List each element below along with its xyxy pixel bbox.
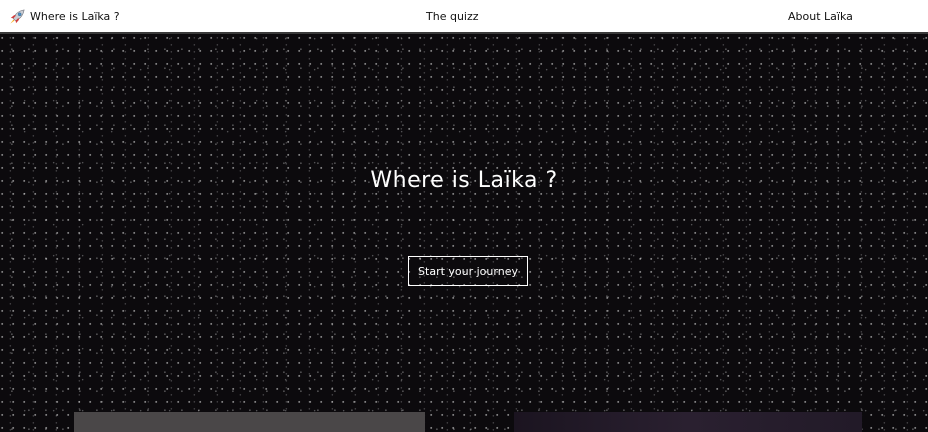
- hero-title: Where is Laïka ?: [370, 168, 558, 193]
- top-navbar: Where is Laïka ? The quizz About Laïka: [0, 0, 928, 34]
- hero-section: Where is Laïka ? Start your journey: [0, 34, 928, 432]
- content-card-left: [74, 412, 425, 432]
- rocket-icon: [8, 7, 27, 26]
- start-journey-button[interactable]: Start your journey: [408, 256, 528, 286]
- nav-link-about[interactable]: About Laïka: [788, 10, 853, 23]
- brand-link[interactable]: Where is Laïka ?: [8, 7, 120, 26]
- content-card-right: [514, 412, 862, 432]
- nav-link-quizz[interactable]: The quizz: [426, 10, 479, 23]
- brand-label: Where is Laïka ?: [30, 10, 120, 23]
